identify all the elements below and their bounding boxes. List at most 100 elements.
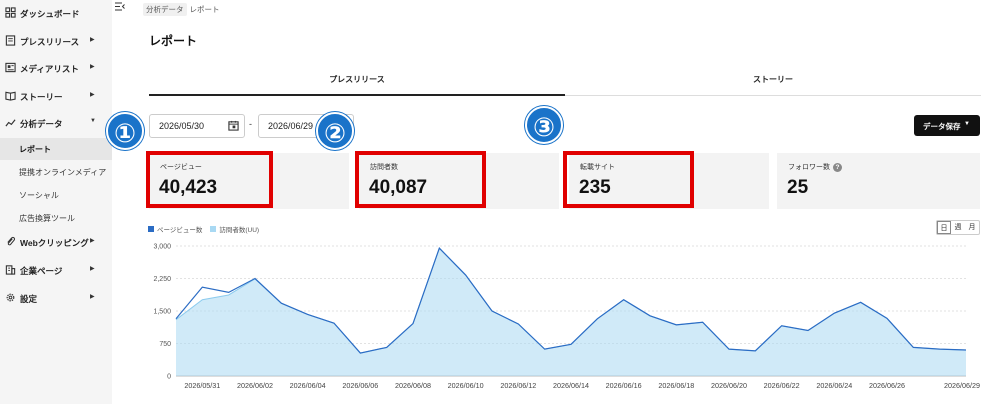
x-tick-label: 2026/06/06 — [342, 381, 378, 390]
chevron-right-icon: ▶ — [90, 294, 95, 300]
breadcrumb-item: レポート — [189, 5, 220, 14]
start-date-value: 2026/05/30 — [159, 121, 205, 131]
date-separator: - — [249, 119, 252, 129]
calendar-icon[interactable] — [228, 120, 239, 131]
building-icon — [5, 265, 16, 275]
gear-icon — [6, 293, 15, 302]
sidebar-item-dashboard[interactable]: ダッシュボード — [0, 2, 112, 24]
x-tick-label: 2026/06/29 — [944, 381, 980, 390]
annotation-highlight-box — [563, 151, 694, 208]
legend-swatch — [210, 226, 217, 232]
annotation-badge-2: ② — [316, 112, 354, 150]
y-tick-label: 0 — [167, 374, 171, 381]
annotation-highlight-box — [146, 151, 273, 208]
sidebar-item-story[interactable]: ストーリー ▶ — [0, 85, 112, 107]
sidebar-item-web-clipping[interactable]: Webクリッピング ▶ — [0, 231, 112, 253]
x-tick-label: 2026/06/18 — [658, 381, 694, 390]
metric-card-followers: フォロワー数? 25 — [777, 153, 980, 209]
x-tick-label: 2026/06/26 — [869, 381, 905, 390]
legend-label: 訪問者数(UU) — [219, 227, 260, 234]
sidebar-item-label: ダッシュボード — [20, 9, 80, 19]
sidebar-item-label: 設定 — [20, 294, 38, 304]
sidebar-item-media-list[interactable]: メディアリスト ▶ — [0, 57, 112, 79]
caret-down-icon: ▼ — [964, 121, 970, 127]
x-tick-label: 2026/06/02 — [237, 381, 273, 390]
newspaper-icon — [5, 62, 16, 73]
annotation-badge-3: ③ — [525, 106, 563, 144]
page-title: レポート — [149, 34, 198, 48]
annotation-badge-1: ① — [106, 112, 144, 150]
y-tick-label: 3,000 — [153, 244, 171, 251]
paperclip-icon — [7, 236, 16, 246]
legend-item[interactable]: 訪問者数(UU) — [210, 224, 259, 234]
chart-line-icon — [5, 119, 16, 127]
granularity-week[interactable]: 週 — [951, 221, 965, 234]
tab-label: ストーリー — [753, 75, 793, 84]
sidebar-subitem-label: レポート — [19, 145, 51, 154]
sidebar: ダッシュボード プレスリリース ▶ メディアリスト ▶ ストーリー ▶ 分析デー… — [0, 0, 112, 404]
sidebar-subitem-label: 提携オンラインメディア — [19, 168, 107, 177]
granularity-month[interactable]: 月 — [965, 221, 979, 234]
chevron-right-icon: ▶ — [90, 37, 95, 43]
sidebar-subitem-label: ソーシャル — [19, 191, 59, 200]
x-tick-label: 2026/05/31 — [184, 381, 220, 390]
line-area-chart: 0 750 1,500 2,250 3,000 2026/05/31 2026/06/02 2… — [153, 244, 980, 391]
sidebar-item-label: 企業ページ — [20, 266, 63, 276]
document-icon — [5, 35, 16, 46]
sidebar-subitem-label: 広告換算ツール — [19, 214, 75, 223]
legend-item[interactable]: ページビュー数 — [148, 224, 202, 234]
x-tick-label: 2026/06/12 — [500, 381, 536, 390]
sidebar-item-press-release[interactable]: プレスリリース ▶ — [0, 30, 112, 52]
x-tick-label: 2026/06/08 — [395, 381, 431, 390]
y-tick-label: 2,250 — [153, 276, 171, 283]
sidebar-item-label: 分析データ — [20, 119, 63, 129]
export-data-label: データ保存 — [923, 122, 961, 131]
x-tick-label: 2026/06/10 — [448, 381, 484, 390]
help-icon[interactable]: ? — [833, 163, 842, 172]
chevron-right-icon: ▶ — [90, 238, 95, 244]
x-tick-label: 2026/06/20 — [711, 381, 747, 390]
grid-icon — [5, 7, 16, 18]
metric-label-text: フォロワー数 — [788, 164, 830, 171]
annotation-highlight-box — [355, 151, 486, 208]
tab-label: プレスリリース — [329, 75, 385, 84]
end-date-value: 2026/06/29 — [268, 121, 314, 131]
x-tick-label: 2026/06/22 — [764, 381, 800, 390]
tab-press-release[interactable]: プレスリリース — [149, 74, 565, 96]
chevron-right-icon: ▶ — [90, 266, 95, 272]
export-data-button[interactable]: データ保存 ▼ — [914, 115, 980, 136]
metric-label: フォロワー数? — [788, 162, 842, 172]
sidebar-item-label: プレスリリース — [20, 37, 80, 47]
book-icon — [5, 91, 16, 101]
collapse-menu-icon[interactable] — [115, 2, 125, 14]
sidebar-subitem-report[interactable]: レポート — [0, 138, 112, 160]
sidebar-subitem-partner-media[interactable]: 提携オンラインメディア — [0, 161, 112, 183]
x-tick-label: 2026/06/04 — [290, 381, 326, 390]
metric-value: 25 — [787, 177, 809, 198]
legend-swatch — [148, 226, 154, 232]
chevron-down-icon: ▼ — [90, 118, 96, 124]
sidebar-subitem-social[interactable]: ソーシャル — [0, 184, 112, 206]
sidebar-item-settings[interactable]: 設定 ▶ — [0, 287, 112, 309]
sidebar-item-label: Webクリッピング — [20, 238, 89, 248]
granularity-day[interactable]: 日 — [937, 221, 951, 234]
breadcrumb: 分析データ レポート — [143, 3, 223, 16]
series-area-visitors — [176, 248, 966, 376]
sidebar-item-company-page[interactable]: 企業ページ ▶ — [0, 259, 112, 281]
granularity-toggle: 日 週 月 — [936, 220, 980, 235]
x-tick-label: 2026/06/24 — [816, 381, 852, 390]
start-date-field[interactable]: 2026/05/30 — [149, 114, 245, 138]
x-tick-label: 2026/06/16 — [606, 381, 642, 390]
sidebar-subitem-ad-value-tool[interactable]: 広告換算ツール — [0, 207, 112, 229]
sidebar-item-label: ストーリー — [20, 92, 63, 102]
chart-legend: ページビュー数 訪問者数(UU) — [148, 224, 267, 234]
sidebar-item-label: メディアリスト — [20, 64, 79, 74]
x-tick-label: 2026/06/14 — [553, 381, 589, 390]
y-tick-label: 750 — [159, 341, 171, 348]
sidebar-item-analytics[interactable]: 分析データ ▼ — [0, 112, 112, 134]
chevron-right-icon: ▶ — [90, 64, 95, 70]
legend-label: ページビュー数 — [157, 227, 203, 234]
tab-story[interactable]: ストーリー — [565, 74, 981, 96]
y-tick-label: 1,500 — [153, 309, 171, 316]
breadcrumb-item[interactable]: 分析データ — [143, 3, 187, 16]
